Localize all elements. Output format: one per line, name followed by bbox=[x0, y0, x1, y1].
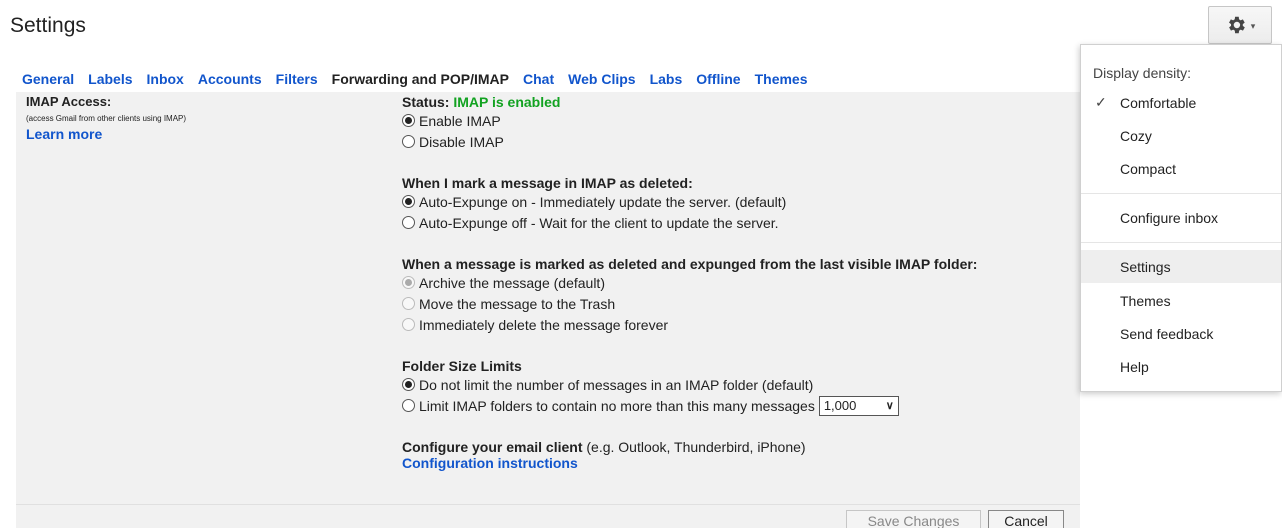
chevron-down-icon: ▾ bbox=[1250, 20, 1256, 31]
enable-imap-label: Enable IMAP bbox=[419, 112, 501, 129]
trash-radio[interactable] bbox=[402, 297, 415, 310]
menu-item-label: Themes bbox=[1120, 292, 1171, 309]
tab-labels[interactable]: Labels bbox=[88, 71, 132, 87]
enable-imap-option[interactable]: Enable IMAP bbox=[402, 110, 1072, 131]
auto-expunge-off-radio[interactable] bbox=[402, 216, 415, 229]
no-limit-label: Do not limit the number of messages in a… bbox=[419, 376, 814, 393]
imap-settings: Status: IMAP is enabled Enable IMAP Disa… bbox=[402, 94, 1072, 471]
page-title: Settings bbox=[10, 14, 86, 37]
settings-gear-button[interactable]: ▾ bbox=[1208, 6, 1272, 44]
configure-client-hint: (e.g. Outlook, Thunderbird, iPhone) bbox=[586, 439, 806, 455]
auto-expunge-off-label: Auto-Expunge off - Wait for the client t… bbox=[419, 214, 779, 231]
auto-expunge-on-radio[interactable] bbox=[402, 195, 415, 208]
configure-client-title: Configure your email client bbox=[402, 439, 583, 455]
folder-limit-value: 1,000 bbox=[823, 398, 857, 413]
settings-dropdown-menu: Display density: ✓ Comfortable Cozy Comp… bbox=[1080, 44, 1282, 392]
tab-web-clips[interactable]: Web Clips bbox=[568, 71, 635, 87]
enable-imap-radio[interactable] bbox=[402, 114, 415, 127]
imap-status-value: IMAP is enabled bbox=[453, 94, 561, 110]
menu-divider bbox=[1081, 242, 1281, 243]
imap-status-label: Status: bbox=[402, 94, 450, 110]
configuration-instructions-link[interactable]: Configuration instructions bbox=[402, 455, 1072, 471]
cancel-button[interactable]: Cancel bbox=[988, 510, 1064, 528]
auto-expunge-on-option[interactable]: Auto-Expunge on - Immediately update the… bbox=[402, 191, 1072, 212]
no-limit-radio[interactable] bbox=[402, 378, 415, 391]
tab-themes[interactable]: Themes bbox=[755, 71, 808, 87]
settings-panel: IMAP Access: (access Gmail from other cl… bbox=[16, 92, 1080, 504]
menu-item-themes[interactable]: Themes bbox=[1081, 284, 1281, 317]
tab-labs[interactable]: Labs bbox=[650, 71, 683, 87]
limit-radio[interactable] bbox=[402, 399, 415, 412]
save-changes-button[interactable]: Save Changes bbox=[846, 510, 981, 528]
display-density-header: Display density: bbox=[1093, 65, 1192, 81]
limit-label: Limit IMAP folders to contain no more th… bbox=[419, 397, 815, 414]
menu-item-label: Configure inbox bbox=[1120, 209, 1219, 226]
tab-chat[interactable]: Chat bbox=[523, 71, 554, 87]
imap-access-title: IMAP Access: bbox=[26, 94, 112, 109]
menu-item-settings[interactable]: Settings bbox=[1081, 250, 1281, 283]
menu-item-send-feedback[interactable]: Send feedback bbox=[1081, 317, 1281, 350]
disable-imap-label: Disable IMAP bbox=[419, 133, 504, 150]
tab-accounts[interactable]: Accounts bbox=[198, 71, 262, 87]
delete-forever-option[interactable]: Immediately delete the message forever bbox=[402, 314, 1072, 335]
menu-item-label: Help bbox=[1120, 358, 1149, 375]
auto-expunge-on-label: Auto-Expunge on - Immediately update the… bbox=[419, 193, 787, 210]
trash-label: Move the message to the Trash bbox=[419, 295, 616, 312]
menu-item-configure-inbox[interactable]: Configure inbox bbox=[1081, 201, 1281, 234]
menu-item-compact[interactable]: Compact bbox=[1081, 152, 1281, 185]
deleted-section-title: When I mark a message in IMAP as deleted… bbox=[402, 175, 693, 191]
imap-access-section: IMAP Access: (access Gmail from other cl… bbox=[26, 94, 186, 142]
menu-item-label: Settings bbox=[1120, 258, 1171, 275]
no-limit-option[interactable]: Do not limit the number of messages in a… bbox=[402, 374, 1072, 395]
menu-item-help[interactable]: Help bbox=[1081, 350, 1281, 383]
auto-expunge-off-option[interactable]: Auto-Expunge off - Wait for the client t… bbox=[402, 212, 1072, 233]
menu-item-cozy[interactable]: Cozy bbox=[1081, 119, 1281, 152]
tab-forwarding-pop-imap[interactable]: Forwarding and POP/IMAP bbox=[332, 71, 509, 87]
folder-limits-title: Folder Size Limits bbox=[402, 358, 522, 374]
menu-divider bbox=[1081, 193, 1281, 194]
chevron-down-icon: ∨ bbox=[885, 400, 894, 412]
delete-forever-radio[interactable] bbox=[402, 318, 415, 331]
tab-filters[interactable]: Filters bbox=[276, 71, 318, 87]
gear-icon bbox=[1228, 16, 1245, 34]
imap-access-description: (access Gmail from other clients using I… bbox=[26, 114, 187, 123]
expunged-section-title: When a message is marked as deleted and … bbox=[402, 256, 978, 272]
menu-item-label: Compact bbox=[1120, 160, 1177, 177]
menu-item-label: Cozy bbox=[1120, 127, 1152, 144]
learn-more-link[interactable]: Learn more bbox=[26, 126, 186, 142]
tab-general[interactable]: General bbox=[22, 71, 74, 87]
settings-tabs: General Labels Inbox Accounts Filters Fo… bbox=[22, 71, 822, 87]
disable-imap-radio[interactable] bbox=[402, 135, 415, 148]
limit-option[interactable]: Limit IMAP folders to contain no more th… bbox=[402, 395, 1072, 416]
tab-offline[interactable]: Offline bbox=[696, 71, 740, 87]
archive-label: Archive the message (default) bbox=[419, 274, 605, 291]
check-icon: ✓ bbox=[1095, 94, 1107, 110]
menu-item-label: Send feedback bbox=[1120, 325, 1214, 342]
delete-forever-label: Immediately delete the message forever bbox=[419, 316, 669, 333]
menu-item-comfortable[interactable]: ✓ Comfortable bbox=[1081, 86, 1281, 119]
disable-imap-option[interactable]: Disable IMAP bbox=[402, 131, 1072, 152]
settings-footer: Save Changes Cancel bbox=[16, 504, 1080, 528]
menu-item-label: Comfortable bbox=[1120, 94, 1197, 111]
archive-radio[interactable] bbox=[402, 276, 415, 289]
archive-option[interactable]: Archive the message (default) bbox=[402, 272, 1072, 293]
trash-option[interactable]: Move the message to the Trash bbox=[402, 293, 1072, 314]
folder-limit-select[interactable]: 1,000 ∨ bbox=[818, 395, 899, 416]
imap-status: Status: IMAP is enabled bbox=[402, 94, 1072, 110]
configure-client-section: Configure your email client (e.g. Outloo… bbox=[402, 439, 1072, 455]
tab-inbox[interactable]: Inbox bbox=[147, 71, 184, 87]
